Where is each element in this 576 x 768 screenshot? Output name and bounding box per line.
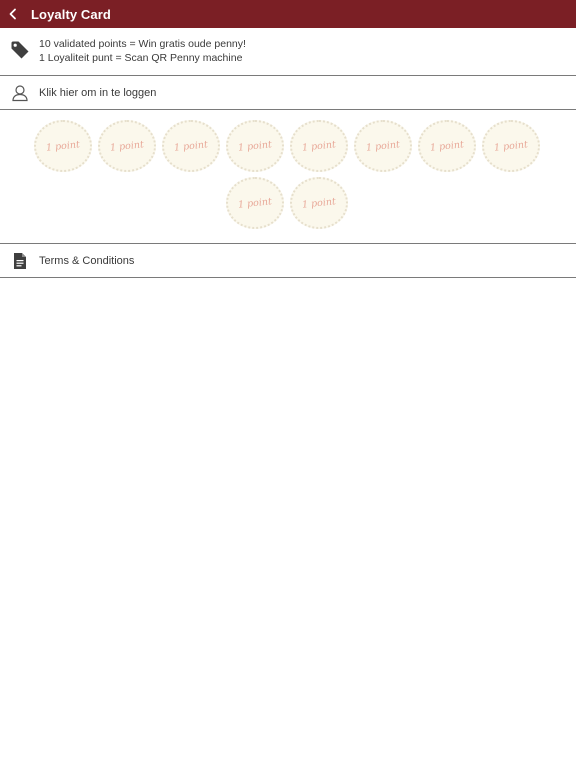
stamp-label: 1 point	[109, 138, 145, 154]
tag-icon	[10, 40, 30, 60]
document-icon	[10, 251, 30, 271]
stamp: 1 point	[162, 120, 220, 172]
back-button[interactable]	[2, 0, 24, 28]
stamp-label: 1 point	[237, 138, 273, 154]
stamp: 1 point	[226, 120, 284, 172]
stamp: 1 point	[290, 177, 348, 229]
stamp: 1 point	[34, 120, 92, 172]
stamp-label: 1 point	[493, 138, 529, 154]
stamp: 1 point	[418, 120, 476, 172]
stamp: 1 point	[98, 120, 156, 172]
login-link[interactable]: Klik hier om in te loggen	[0, 76, 576, 110]
login-label: Klik hier om in te loggen	[39, 86, 157, 99]
loyalty-info: 10 validated points = Win gratis oude pe…	[0, 28, 576, 76]
terms-label: Terms & Conditions	[39, 254, 135, 267]
stamp-label: 1 point	[301, 138, 337, 154]
stamp: 1 point	[354, 120, 412, 172]
stamp: 1 point	[226, 177, 284, 229]
stamp-label: 1 point	[365, 138, 401, 154]
app-header: Loyalty Card	[0, 0, 576, 28]
page-title: Loyalty Card	[31, 6, 111, 22]
stamp: 1 point	[482, 120, 540, 172]
stamp-label: 1 point	[173, 138, 209, 154]
stamp-grid: 1 point 1 point 1 point 1 point 1 point …	[0, 110, 576, 244]
terms-link[interactable]: Terms & Conditions	[0, 244, 576, 278]
stamp-label: 1 point	[429, 138, 465, 154]
chevron-left-icon	[9, 8, 16, 20]
stamp: 1 point	[290, 120, 348, 172]
user-icon	[10, 83, 30, 103]
stamp-label: 1 point	[45, 138, 81, 154]
stamp-label: 1 point	[301, 195, 337, 211]
info-line-1: 10 validated points = Win gratis oude pe…	[39, 38, 246, 50]
stamp-label: 1 point	[237, 195, 273, 211]
info-line-2: 1 Loyaliteit punt = Scan QR Penny machin…	[39, 51, 243, 64]
info-text: 10 validated points = Win gratis oude pe…	[39, 38, 246, 65]
